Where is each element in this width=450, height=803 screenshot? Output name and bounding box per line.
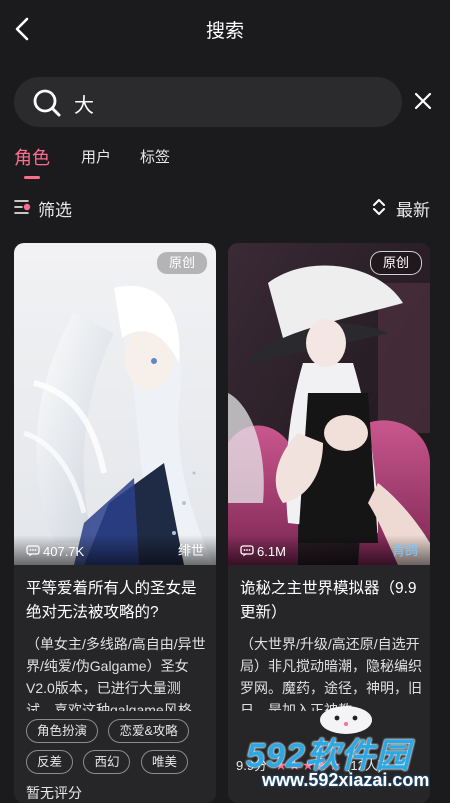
- character-image: 原创 407.7K 绯世: [14, 243, 216, 565]
- search-input[interactable]: 大: [74, 89, 94, 118]
- chat-count-value: 6.1M: [257, 544, 286, 559]
- filter-label: 筛选: [38, 201, 72, 220]
- card-meta: 6.1M 肯鸽: [228, 535, 430, 565]
- card-title: 平等爱着所有人的圣女是绝对无法被攻略的?: [26, 580, 197, 621]
- tag-list: 角色扮演 恋爱&攻略 反差 西幻 唯美: [26, 719, 216, 781]
- chat-count: 407.7K: [26, 544, 84, 559]
- original-badge: 原创: [370, 251, 422, 275]
- search-icon: [33, 89, 61, 117]
- card-title: 诡秘之主世界模拟器（9.9更新）: [240, 580, 417, 621]
- chat-count-value: 407.7K: [43, 544, 85, 559]
- watermark: 592软件园 www.592xiazai.com: [238, 724, 450, 800]
- tab-users[interactable]: 用户: [81, 146, 111, 167]
- rating-text: 暂无评分: [26, 785, 82, 801]
- watermark-url: www.592xiazai.com: [262, 770, 430, 790]
- chat-icon: [26, 545, 40, 557]
- card-description: （单女主/多线路/高自由/异世界/纯爱/伪Galgame）圣女V2.0版本，已进…: [26, 636, 206, 711]
- tab-tags[interactable]: 标签: [140, 146, 170, 167]
- original-badge: 原创: [156, 251, 208, 275]
- sort-icon: [373, 199, 385, 215]
- author-name[interactable]: 绯世: [178, 540, 204, 559]
- tag-chip[interactable]: 角色扮演: [26, 719, 99, 743]
- character-image: 原创 6.1M 肯鸽: [228, 243, 430, 565]
- tag-chip[interactable]: 唯美: [140, 750, 188, 774]
- tag-chip[interactable]: 恋爱&攻略: [108, 719, 189, 743]
- tab-bar: 角色 用户 标签: [0, 140, 450, 180]
- search-bar[interactable]: 大: [14, 77, 402, 127]
- tag-chip[interactable]: 反差: [26, 750, 74, 774]
- card-meta: 407.7K 绯世: [14, 535, 216, 565]
- character-card[interactable]: 原创 407.7K 绯世 平等爱着所有人的圣女是绝对无法被攻略的? （单女主/多…: [14, 243, 216, 803]
- header: 搜索: [0, 0, 450, 58]
- close-icon[interactable]: [412, 90, 434, 112]
- active-tab-indicator: [24, 176, 40, 179]
- chat-count: 6.1M: [240, 544, 286, 559]
- tab-roles[interactable]: 角色: [14, 144, 50, 170]
- author-name[interactable]: 肯鸽: [392, 540, 418, 559]
- sort-button[interactable]: 最新: [372, 195, 436, 220]
- filter-icon: [14, 200, 31, 214]
- sort-label: 最新: [396, 201, 430, 220]
- page-title: 搜索: [205, 21, 244, 42]
- chat-icon: [240, 545, 254, 557]
- tag-chip[interactable]: 西幻: [83, 750, 131, 774]
